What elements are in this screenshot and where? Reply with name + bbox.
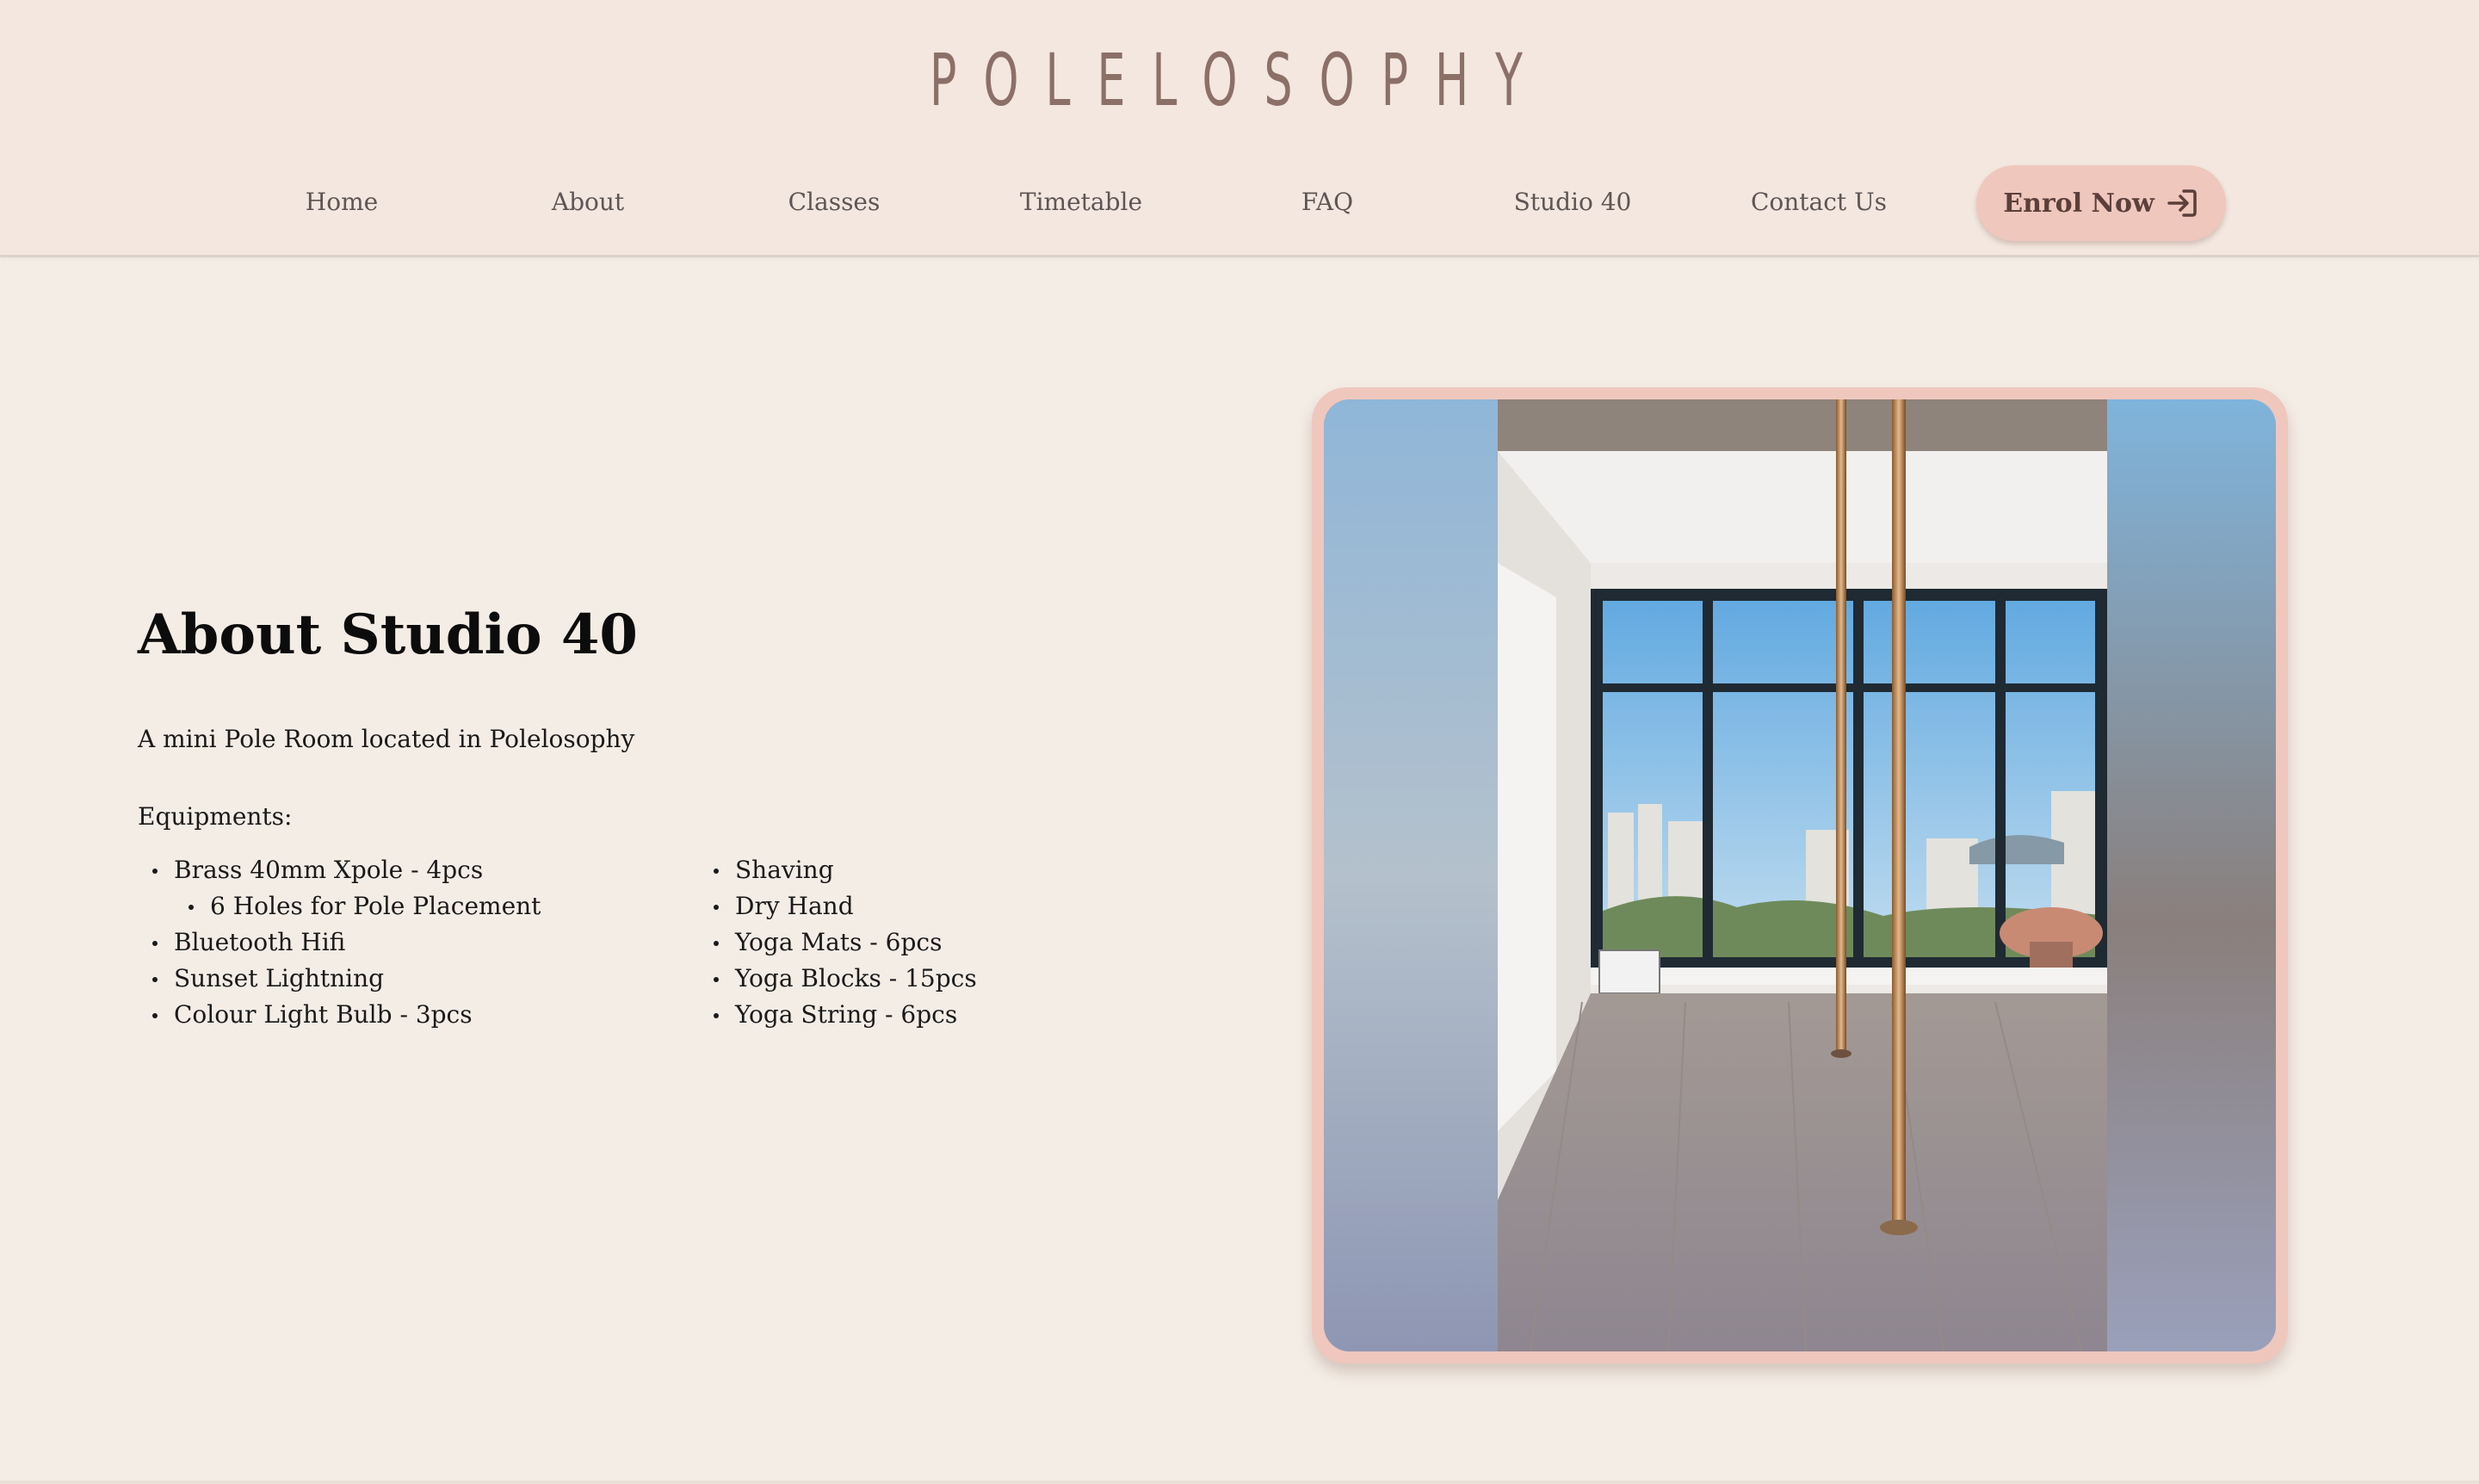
equipment-item: Bluetooth Hifi	[138, 924, 541, 961]
equipment-item: Brass 40mm Xpole - 4pcs	[138, 852, 541, 888]
equipment-sub-item: 6 Holes for Pole Placement	[138, 888, 541, 924]
site-logo[interactable]: POLELOSOPHY	[471, 38, 2008, 122]
page-subtitle: A mini Pole Room located in Polelosophy	[138, 725, 635, 753]
equipment-item: Sunset Lightning	[138, 961, 541, 997]
equipment-item: Yoga Blocks - 15pcs	[699, 961, 977, 997]
equipment-item: Colour Light Bulb - 3pcs	[138, 997, 541, 1033]
equipment-item: Yoga String - 6pcs	[699, 997, 977, 1033]
equipment-list-right: Shaving Dry Hand Yoga Mats - 6pcs Yoga B…	[699, 852, 977, 1033]
studio-photo-frame	[1312, 387, 2288, 1363]
site-header: POLELOSOPHY Home About Classes Timetable…	[0, 0, 2479, 257]
nav-item-faq[interactable]: FAQ	[1233, 188, 1422, 216]
nav-item-home[interactable]: Home	[247, 188, 436, 216]
enrol-now-button[interactable]: Enrol Now	[1976, 165, 2226, 241]
page-bottom-divider	[0, 1481, 2479, 1484]
sign-in-arrow-icon	[2165, 186, 2199, 220]
equipment-item: Yoga Mats - 6pcs	[699, 924, 977, 961]
nav-item-studio-40[interactable]: Studio 40	[1478, 188, 1667, 216]
equipment-item: Shaving	[699, 852, 977, 888]
equipment-heading: Equipments:	[138, 802, 293, 831]
equipment-list-left: Brass 40mm Xpole - 4pcs 6 Holes for Pole…	[138, 852, 541, 1033]
studio-photo	[1324, 399, 2276, 1351]
equipment-item: Dry Hand	[699, 888, 977, 924]
enrol-now-label: Enrol Now	[2003, 188, 2154, 219]
nav-item-timetable[interactable]: Timetable	[986, 188, 1176, 216]
nav-item-about[interactable]: About	[493, 188, 683, 216]
nav-item-contact-us[interactable]: Contact Us	[1724, 188, 1913, 216]
nav-item-classes[interactable]: Classes	[739, 188, 929, 216]
page-title: About Studio 40	[138, 603, 638, 667]
